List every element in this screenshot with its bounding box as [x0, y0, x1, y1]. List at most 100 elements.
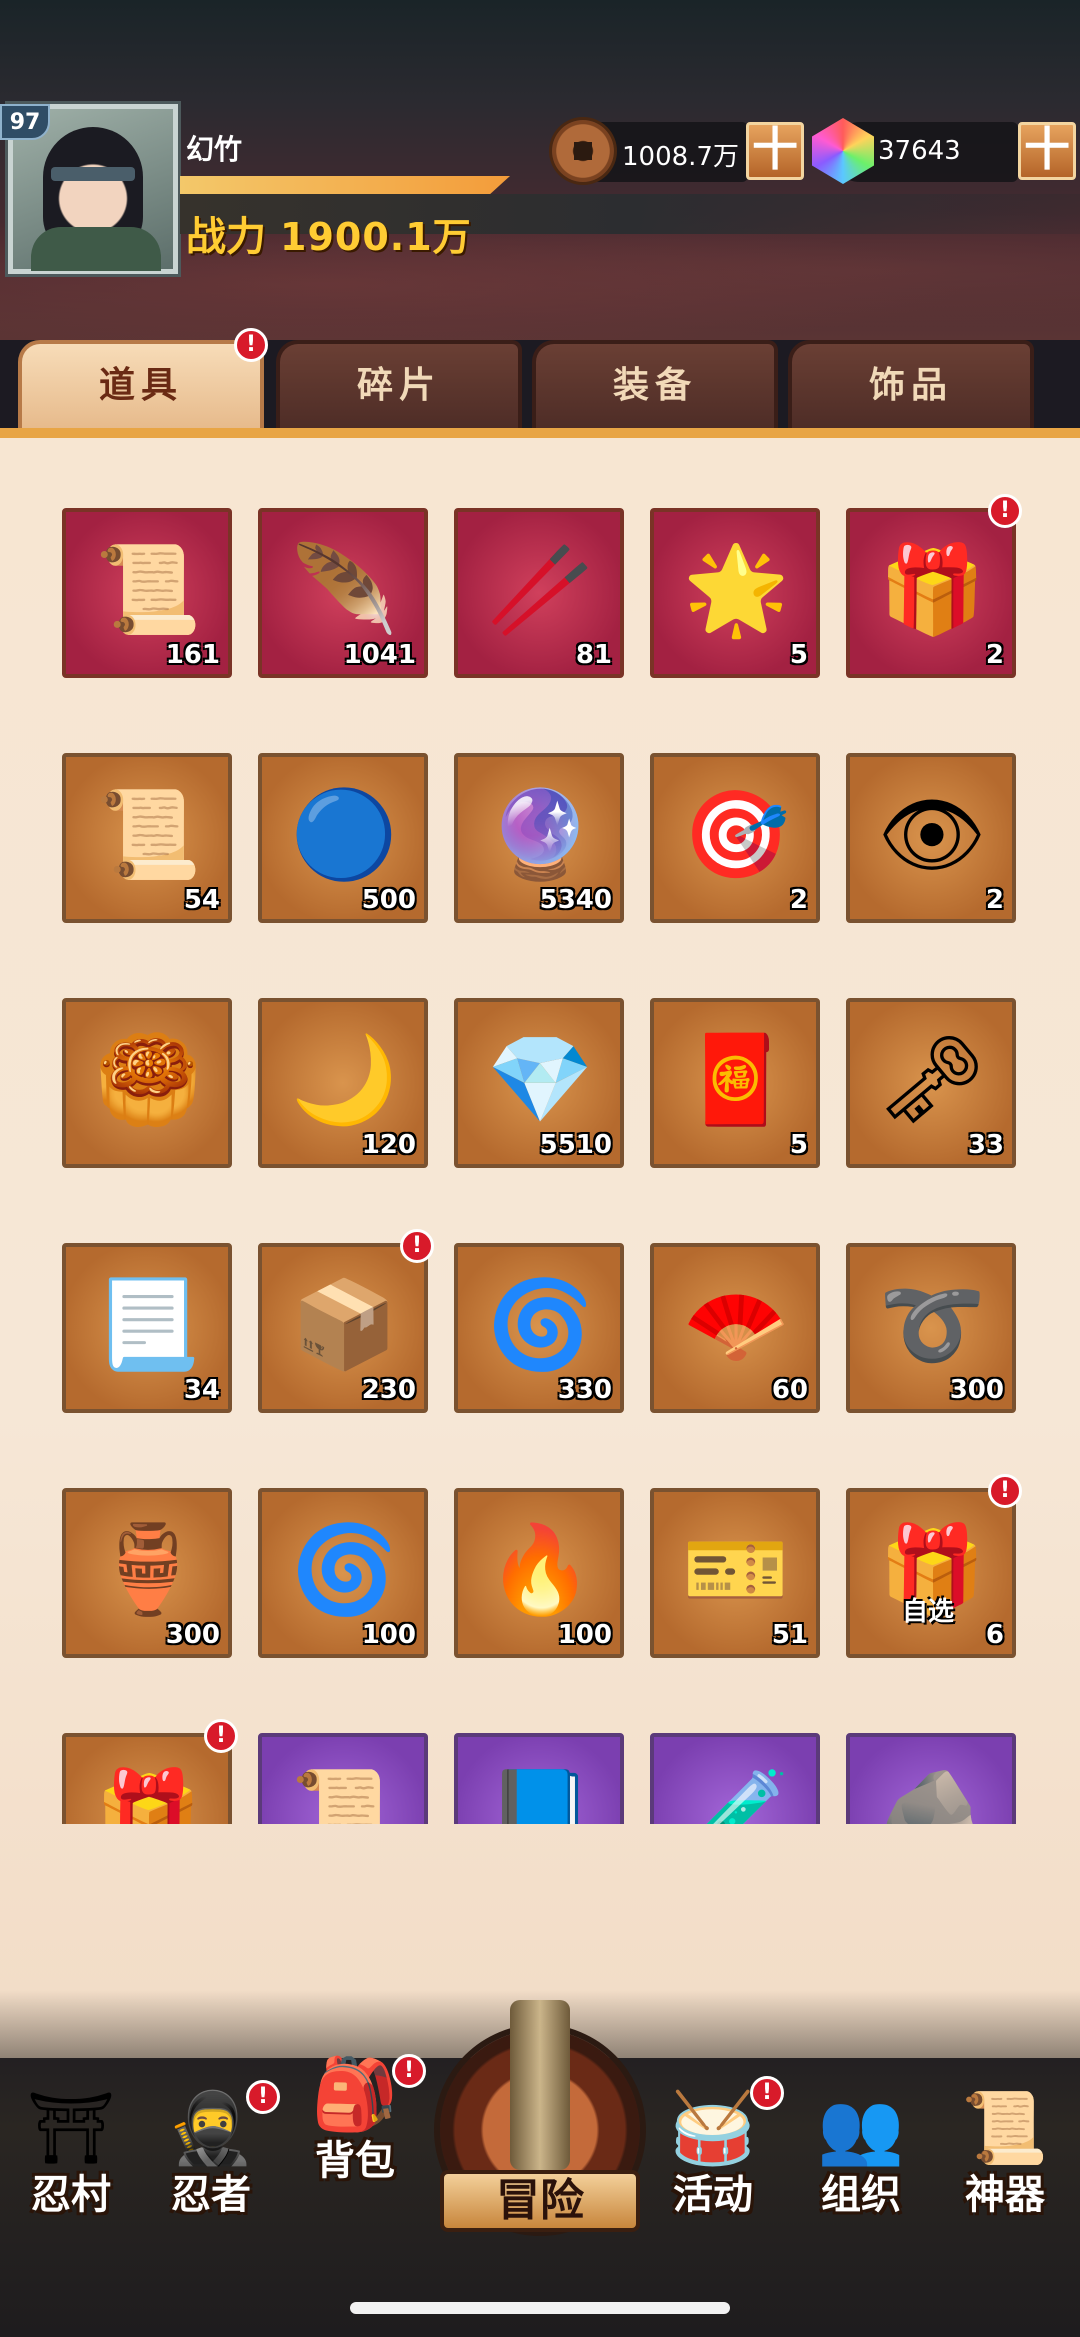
gold-token-icon: 🥮: [94, 1030, 202, 1130]
avatar-headband: [51, 167, 135, 181]
item-slot[interactable]: ➰ 300: [846, 1243, 1016, 1413]
red-chest-icon: 🎁: [94, 1765, 202, 1824]
blue-moon-icon: 🌙: [290, 1030, 398, 1130]
player-level-badge: 97: [0, 104, 50, 140]
item-slot[interactable]: 🎁: [62, 1733, 232, 1824]
golden-feather-icon: 🌟: [682, 540, 790, 640]
item-count: 500: [361, 885, 416, 915]
blue-flame-orb-icon: 🔥: [486, 1520, 594, 1620]
item-slot[interactable]: 👁 2: [846, 753, 1016, 923]
item-count: 6: [985, 1620, 1004, 1650]
item-slot[interactable]: 🥢 81: [454, 508, 624, 678]
nav-adventure-label: 冒险: [440, 2170, 640, 2232]
upgrade-book-icon: 📘: [486, 1765, 594, 1824]
nav-events-label: 活动: [673, 2172, 753, 2218]
item-slot[interactable]: 🌀 330: [454, 1243, 624, 1413]
item-slot[interactable]: 📘: [454, 1733, 624, 1824]
item-slot[interactable]: 📜 54: [62, 753, 232, 923]
item-alert-badge: !: [204, 1719, 238, 1753]
item-slot[interactable]: 📜: [258, 1733, 428, 1824]
item-count: 60: [771, 1375, 808, 1405]
nav-adventure[interactable]: 冒险: [430, 2000, 650, 2240]
coin-icon: [552, 120, 614, 182]
coin-amount: 1008.7万: [622, 142, 739, 172]
gem-amount: 37643: [878, 136, 961, 166]
player-name: 幻竹: [186, 133, 243, 166]
item-count: 5: [789, 1130, 808, 1160]
item-alert-badge: !: [988, 1474, 1022, 1508]
item-slot[interactable]: 🎯 2: [650, 753, 820, 923]
tab-fragments[interactable]: 碎片: [276, 340, 522, 432]
item-count: 5: [789, 640, 808, 670]
tab-accessories[interactable]: 饰品: [788, 340, 1034, 432]
gift-box-icon: 🎁: [878, 540, 986, 640]
item-count: 2: [985, 885, 1004, 915]
tab-equipment[interactable]: 装备: [532, 340, 778, 432]
nav-guild[interactable]: 👥 组织: [796, 2080, 926, 2218]
item-count: 5340: [539, 885, 612, 915]
item-slot[interactable]: 🧧 5: [650, 998, 820, 1168]
item-alert-badge: !: [988, 494, 1022, 528]
item-count: 34: [183, 1375, 220, 1405]
item-count: 54: [183, 885, 220, 915]
item-count: 2: [985, 640, 1004, 670]
purple-orb-icon: 🔮: [486, 785, 594, 885]
item-slot[interactable]: 🎁 自选 6: [846, 1488, 1016, 1658]
item-slot[interactable]: 🧪: [650, 1733, 820, 1824]
item-slot[interactable]: 📜 161: [62, 508, 232, 678]
item-slot[interactable]: 🌟 5: [650, 508, 820, 678]
item-count: 2: [789, 885, 808, 915]
item-slot[interactable]: 🎁 2: [846, 508, 1016, 678]
nav-guild-label: 组织: [821, 2172, 901, 2218]
item-slot[interactable]: 🏺 300: [62, 1488, 232, 1658]
item-slot[interactable]: 🎫 51: [650, 1488, 820, 1658]
item-count: 161: [165, 640, 220, 670]
item-count: 330: [557, 1375, 612, 1405]
nav-ninja-label: 忍者: [171, 2172, 251, 2218]
item-slot[interactable]: 🔵 500: [258, 753, 428, 923]
item-slot[interactable]: 🌀 100: [258, 1488, 428, 1658]
key-icon: 🗝: [877, 1030, 987, 1130]
item-slot[interactable]: 📦 230: [258, 1243, 428, 1413]
tab-items-alert-badge: !: [234, 328, 268, 362]
phoenix-feather-icon: 🪶: [290, 540, 398, 640]
red-eye-token-icon: 👁: [877, 785, 987, 885]
add-gems-button[interactable]: 十: [1018, 122, 1076, 180]
nav-village[interactable]: ⛩ 忍村: [6, 2080, 136, 2218]
item-count: 300: [165, 1620, 220, 1650]
add-coins-button[interactable]: 十: [746, 122, 804, 180]
blue-orb-icon: 🔵: [290, 785, 398, 885]
item-slot[interactable]: 🪶 1041: [258, 508, 428, 678]
tab-items[interactable]: 道具: [18, 340, 264, 432]
item-count: 300: [949, 1375, 1004, 1405]
red-fan-icon: 🪭: [682, 1275, 790, 1375]
open-scroll-icon: 📜: [94, 785, 202, 885]
item-slot[interactable]: 🥮: [62, 998, 232, 1168]
item-count: 81: [575, 640, 612, 670]
item-slot[interactable]: 🪭 60: [650, 1243, 820, 1413]
ore-stone-icon: 🪨: [878, 1765, 986, 1824]
item-slot[interactable]: 🔮 5340: [454, 753, 624, 923]
item-slot[interactable]: 🔥 100: [454, 1488, 624, 1658]
item-count: 51: [771, 1620, 808, 1650]
item-slot[interactable]: 📃 34: [62, 1243, 232, 1413]
item-slot[interactable]: 💎 5510: [454, 998, 624, 1168]
tab-underline: [0, 428, 1080, 438]
nav-artifact[interactable]: 📜 神器: [940, 2080, 1070, 2218]
item-slot[interactable]: 🪨: [846, 1733, 1016, 1824]
awaken-ticket-icon: 🎫: [682, 1520, 790, 1620]
power-label: 战力: [186, 214, 266, 260]
nav-bag-alert-badge: !: [392, 2054, 426, 2088]
shuriken-wheel-icon: 🌀: [486, 1275, 594, 1375]
item-count: 33: [967, 1130, 1004, 1160]
purple-scroll-icon: 📜: [290, 1765, 398, 1824]
nav-bag-label: 背包: [315, 2138, 395, 2184]
item-slot[interactable]: 🗝 33: [846, 998, 1016, 1168]
item-count: 5510: [539, 1130, 612, 1160]
item-count: 1041: [343, 640, 416, 670]
nav-artifact-label: 神器: [965, 2172, 1045, 2218]
item-slot[interactable]: 🌙 120: [258, 998, 428, 1168]
avatar-coat: [31, 227, 161, 271]
item-alert-badge: !: [400, 1229, 434, 1263]
inventory-grid[interactable]: 📜 161 🪶 1041 🥢 81 🌟 5 🎁 2! 📜 54 🔵 500 🔮 5340 🎯 2 👁 2 🥮 🌙 120 💎 5…: [0, 460, 1080, 1824]
